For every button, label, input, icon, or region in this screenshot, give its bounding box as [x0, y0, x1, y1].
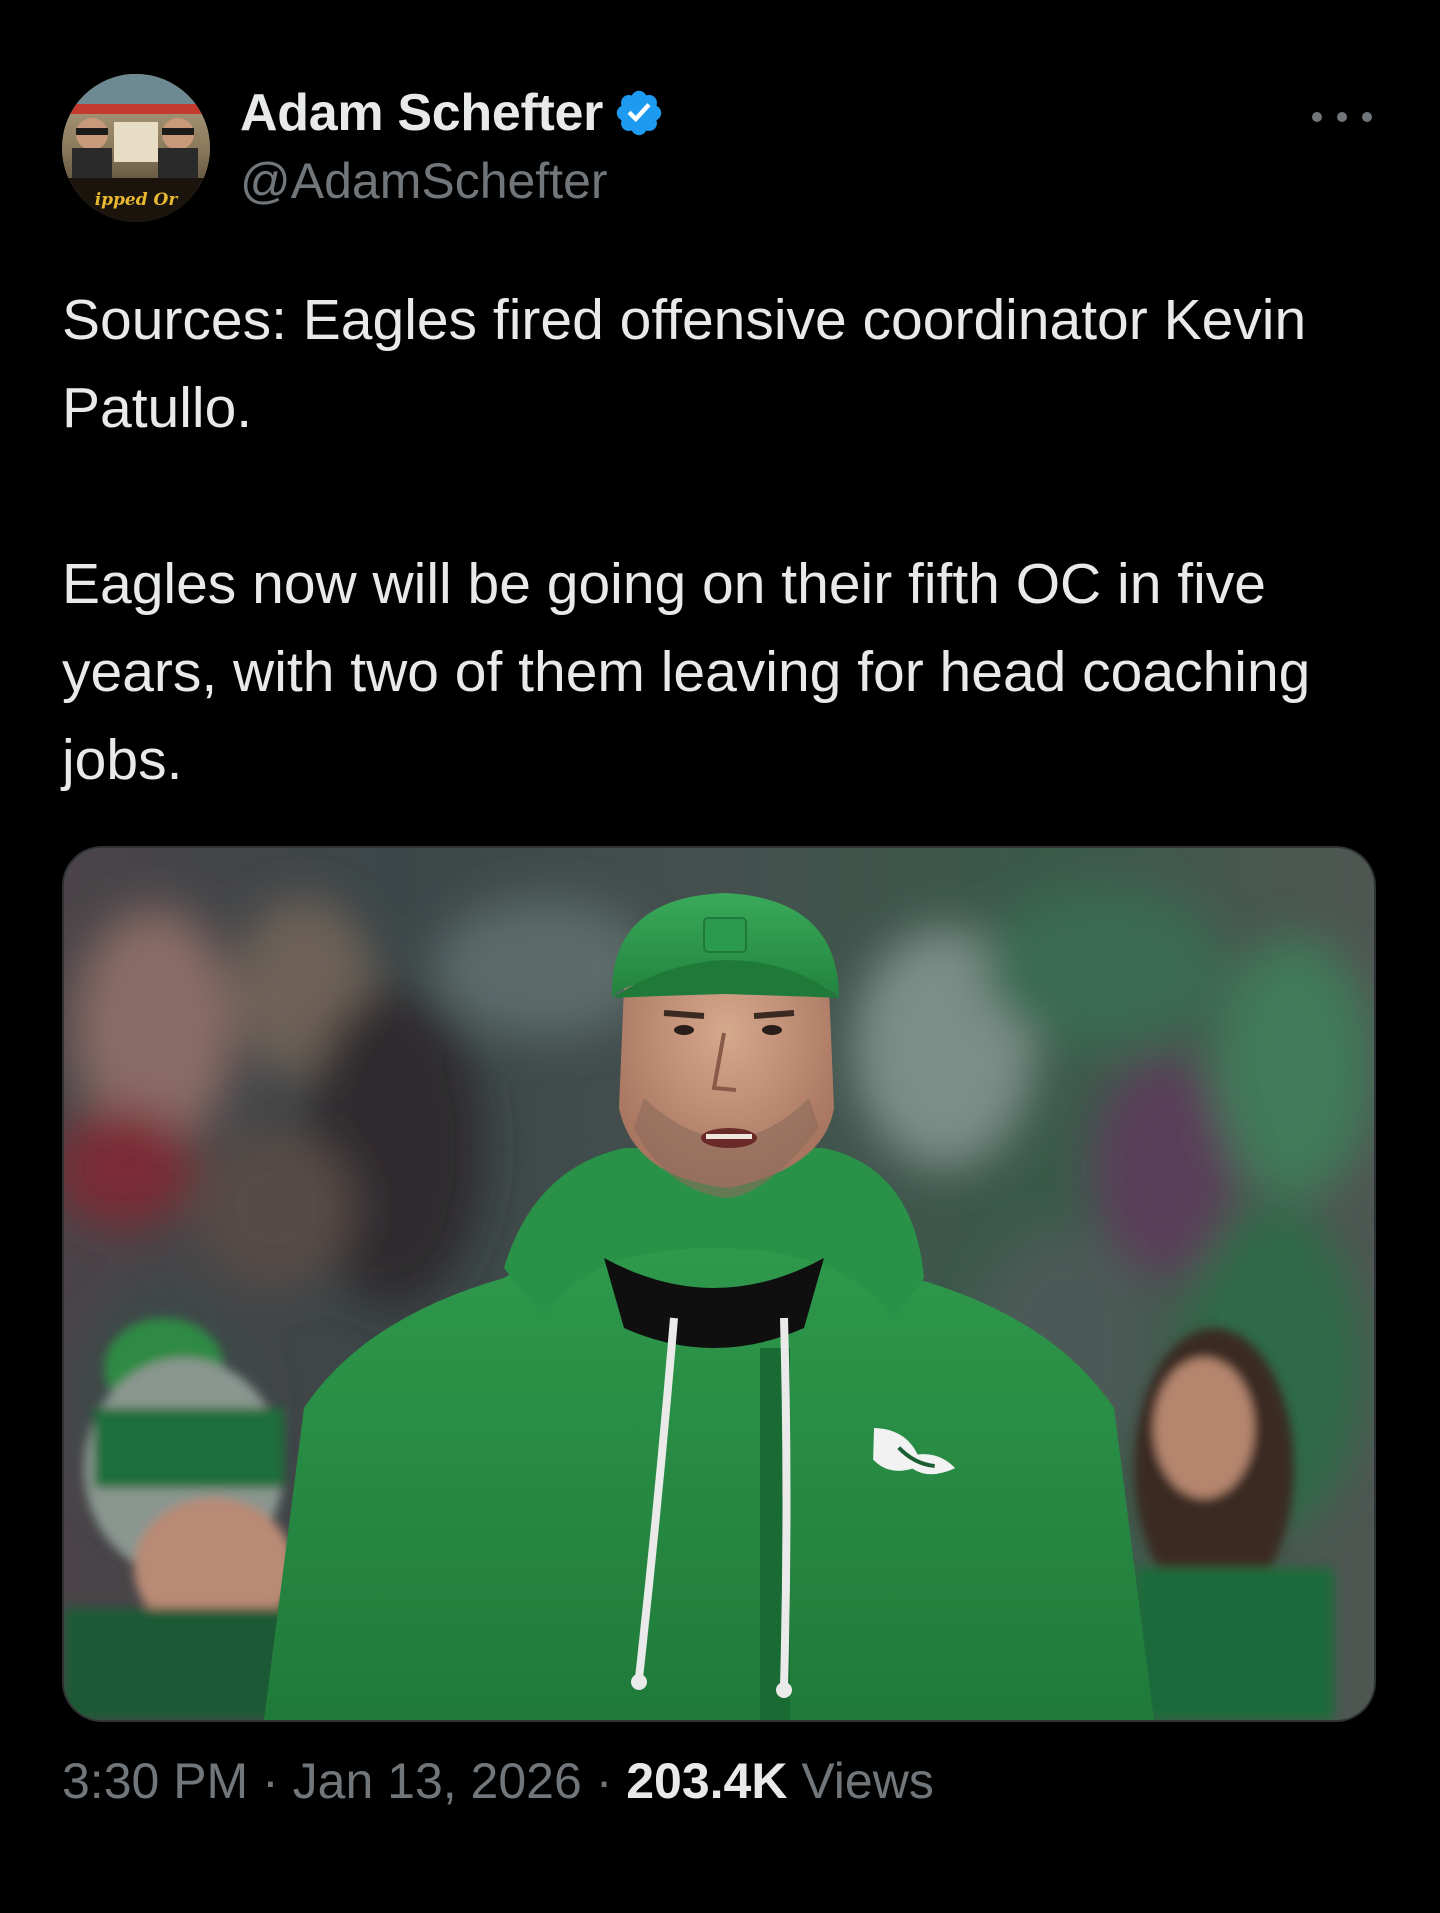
avatar[interactable]: ipped Or	[62, 74, 210, 222]
photo-image	[64, 848, 1374, 1720]
author-identity: Adam Schefter @AdamSchefter	[240, 80, 665, 210]
tweet-meta: 3:30 PM · Jan 13, 2026 · 203.4K Views	[62, 1752, 934, 1810]
tweet-photo[interactable]	[62, 846, 1376, 1722]
avatar-image: ipped Or	[62, 74, 210, 222]
author-display-name[interactable]: Adam Schefter	[240, 83, 603, 143]
avatar-caption: ipped Or	[95, 190, 179, 210]
tweet: ipped Or Adam Schefter @AdamSchefter Sou…	[0, 0, 1440, 1913]
tweet-header: ipped Or Adam Schefter @AdamSchefter	[62, 74, 1378, 224]
meta-separator: ·	[248, 1753, 293, 1809]
tweet-time[interactable]: 3:30 PM	[62, 1753, 248, 1809]
author-handle[interactable]: @AdamSchefter	[240, 152, 665, 210]
name-row: Adam Schefter	[240, 80, 665, 146]
verified-badge-icon	[613, 87, 665, 139]
views-label: Views	[787, 1753, 934, 1809]
tweet-text: Sources: Eagles fired offensive coordina…	[62, 288, 1311, 792]
meta-separator: ·	[581, 1753, 627, 1809]
tweet-date[interactable]: Jan 13, 2026	[293, 1753, 582, 1809]
more-options-icon[interactable]	[1312, 102, 1372, 132]
views-count[interactable]: 203.4K	[626, 1753, 787, 1809]
